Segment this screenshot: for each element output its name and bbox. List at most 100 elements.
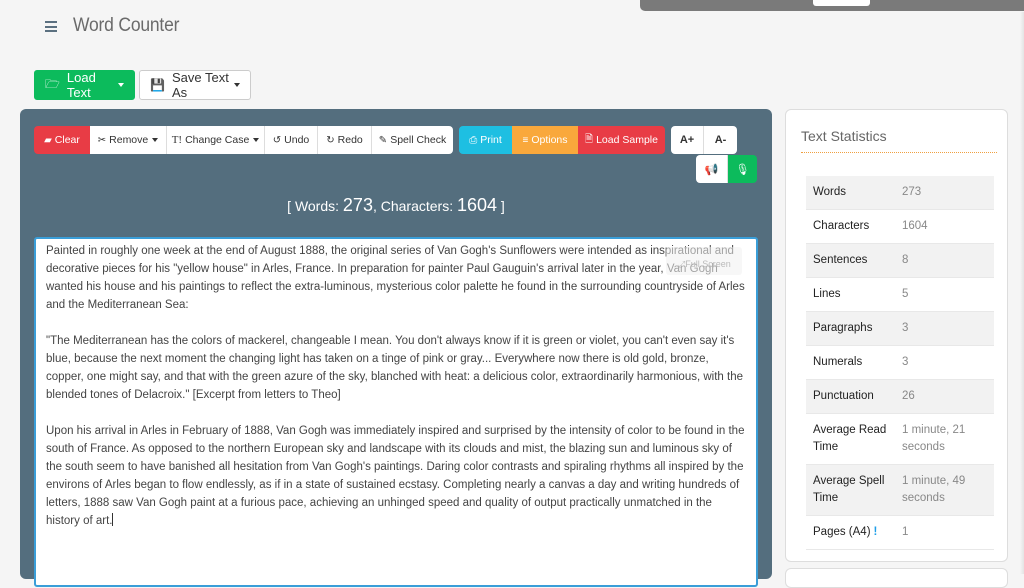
stats-row: Numerals 3 bbox=[806, 346, 994, 380]
eraser-icon: ▰ bbox=[44, 134, 52, 146]
caret-down-icon bbox=[234, 83, 240, 87]
stats-row: Average Spell Time 1 minute, 49 seconds bbox=[806, 464, 994, 516]
stats-row: Sentences 8 bbox=[806, 243, 994, 278]
info-exclamation-icon[interactable]: ! bbox=[874, 526, 878, 538]
stats-row: Average Read Time 1 minute, 21 seconds bbox=[806, 414, 994, 465]
full-screen-button[interactable]: ⤢Full Screen bbox=[666, 247, 742, 275]
undo-label: Undo bbox=[284, 134, 310, 146]
clear-label: Clear bbox=[54, 134, 80, 146]
stats-value: 3 bbox=[902, 322, 909, 334]
stats-label: Sentences bbox=[813, 254, 868, 266]
text-paragraph: Painted in roughly one week at the end o… bbox=[46, 245, 745, 311]
stats-label: Punctuation bbox=[813, 390, 874, 402]
stats-value: 273 bbox=[902, 186, 922, 198]
stats-row: Characters 1604 bbox=[806, 210, 994, 244]
stats-row: Lines 5 bbox=[806, 278, 994, 312]
folder-open-icon: 🗁 bbox=[45, 76, 60, 91]
stats-label: Paragraphs bbox=[813, 322, 873, 334]
stats-label: Characters bbox=[813, 220, 870, 232]
file-icon: 🗎 bbox=[585, 133, 594, 145]
characters-count: 1604 bbox=[457, 195, 498, 215]
print-label: Print bbox=[480, 134, 502, 146]
editor-toolbar: ▰ Clear ✂ Remove T! Change Case ↺ Undo ↻… bbox=[34, 126, 737, 154]
words-count: 273 bbox=[342, 195, 373, 215]
printer-icon: ⎙ bbox=[469, 134, 478, 146]
text-input-area[interactable]: Painted in roughly one week at the end o… bbox=[34, 237, 758, 587]
save-text-as-button[interactable]: 💾 Save Text As bbox=[139, 70, 251, 100]
stats-value: 1 bbox=[902, 526, 909, 538]
save-text-as-label: Save Text As bbox=[171, 70, 229, 100]
stats-value: 1604 bbox=[902, 220, 928, 232]
text-cursor bbox=[112, 513, 114, 526]
scissors-icon: ✂ bbox=[97, 134, 107, 146]
stats-value: 3 bbox=[902, 356, 909, 368]
top-overlay-bar bbox=[640, 0, 1024, 11]
text-statistics-card: Text Statistics Words 273 Characters 1604 Se… bbox=[785, 109, 1008, 562]
text-paragraph: Upon his arrival in Arles in February of… bbox=[46, 425, 745, 527]
file-button-row: 🗁 Load Text 💾 Save Text As bbox=[34, 70, 251, 100]
font-size-group: A+ A- bbox=[671, 126, 737, 154]
characters-label: Characters: bbox=[380, 198, 454, 214]
stats-value: 8 bbox=[902, 254, 909, 266]
stats-label: Words bbox=[813, 186, 847, 198]
redo-label: Redo bbox=[337, 134, 363, 146]
remove-button[interactable]: ✂ Remove bbox=[90, 126, 167, 154]
stats-divider bbox=[801, 152, 997, 153]
redo-icon: ↻ bbox=[326, 134, 335, 146]
stats-value: 1 minute, 21 seconds bbox=[902, 424, 966, 453]
stats-label: Lines bbox=[813, 288, 841, 300]
stats-label: Average Spell Time bbox=[813, 475, 885, 504]
top-overlay-tab[interactable] bbox=[813, 0, 870, 6]
font-increase-button[interactable]: A+ bbox=[671, 126, 704, 154]
caret-down-icon bbox=[152, 138, 159, 142]
load-text-button[interactable]: 🗁 Load Text bbox=[34, 70, 135, 100]
utility-button-group: ⎙ Print ≡ Options 🗎 Load Sample bbox=[459, 126, 665, 154]
font-increase-icon: A+ bbox=[679, 134, 695, 146]
text-paragraph: "The Mediterranean has the colors of mac… bbox=[46, 335, 743, 401]
options-button[interactable]: ≡ Options bbox=[512, 126, 578, 154]
font-decrease-icon: A- bbox=[714, 134, 727, 146]
load-sample-button[interactable]: 🗎 Load Sample bbox=[578, 126, 665, 154]
undo-button[interactable]: ↺ Undo bbox=[265, 126, 318, 154]
stats-row: Words 273 bbox=[806, 176, 994, 210]
words-label: Words: bbox=[294, 198, 340, 214]
caret-down-icon bbox=[253, 138, 260, 142]
change-case-button[interactable]: T! Change Case bbox=[167, 126, 265, 154]
microphone-icon: 🎙 bbox=[735, 163, 750, 176]
edit-button-group: ▰ Clear ✂ Remove T! Change Case ↺ Undo ↻… bbox=[34, 126, 453, 154]
clear-button[interactable]: ▰ Clear bbox=[34, 126, 90, 154]
stats-label: Numerals bbox=[813, 356, 863, 368]
stats-label: Average Read Time bbox=[813, 424, 887, 453]
spell-check-label: Spell Check bbox=[390, 134, 447, 146]
load-text-label: Load Text bbox=[66, 70, 96, 100]
stats-value: 5 bbox=[902, 288, 909, 300]
print-button[interactable]: ⎙ Print bbox=[459, 126, 512, 154]
redo-button[interactable]: ↻ Redo bbox=[318, 126, 372, 154]
stats-value: 26 bbox=[902, 390, 915, 402]
font-decrease-button[interactable]: A- bbox=[704, 126, 737, 154]
undo-icon: ↺ bbox=[272, 134, 282, 146]
hamburger-menu-icon[interactable] bbox=[45, 21, 57, 35]
remove-label: Remove bbox=[109, 134, 149, 146]
stats-value: 1 minute, 49 seconds bbox=[902, 475, 966, 504]
text-case-icon: T! bbox=[171, 134, 183, 146]
word-character-counter: [ Words: 273, Characters: 1604 ] bbox=[287, 195, 505, 215]
stats-title: Text Statistics bbox=[801, 128, 887, 144]
floppy-disk-icon: 💾 bbox=[150, 78, 165, 92]
stats-table: Words 273 Characters 1604 Sentences 8 Lines 5 Pa… bbox=[806, 176, 994, 550]
sliders-icon: ≡ bbox=[522, 134, 529, 146]
change-case-label: Change Case bbox=[185, 134, 250, 146]
load-sample-label: Load Sample bbox=[596, 134, 658, 146]
app-title: Word Counter bbox=[73, 15, 180, 36]
read-aloud-button[interactable]: 📢 bbox=[696, 155, 728, 183]
dictation-button[interactable]: 🎙 bbox=[728, 155, 757, 183]
megaphone-icon: 📢 bbox=[704, 163, 719, 176]
edit-square-icon: ✎ bbox=[378, 134, 388, 146]
stats-row: Punctuation 26 bbox=[806, 379, 994, 414]
options-label: Options bbox=[531, 134, 568, 146]
stats-label: Pages (A4)! bbox=[813, 526, 878, 538]
speech-button-group: 📢 🎙 bbox=[696, 155, 757, 183]
spell-check-button[interactable]: ✎ Spell Check bbox=[372, 126, 453, 154]
editor-panel: ▰ Clear ✂ Remove T! Change Case ↺ Undo ↻… bbox=[20, 109, 772, 587]
caret-down-icon bbox=[118, 83, 124, 87]
